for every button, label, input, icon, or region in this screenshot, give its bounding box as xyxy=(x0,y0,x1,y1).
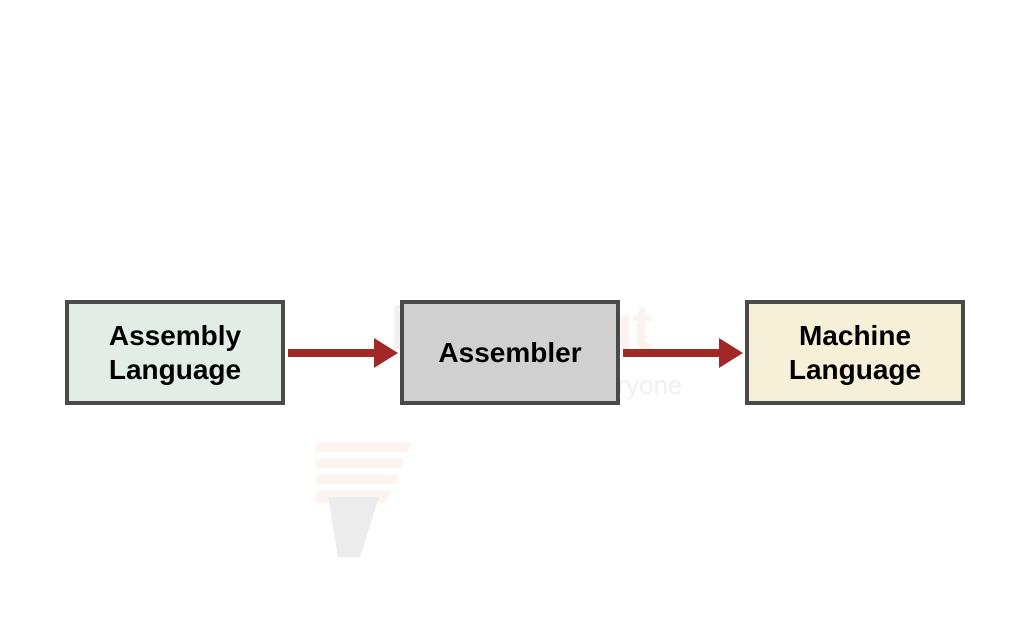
arrow-1 xyxy=(288,338,398,368)
arrow-line-icon xyxy=(288,349,376,357)
arrow-head-icon xyxy=(719,338,743,368)
arrow-line-icon xyxy=(623,349,721,357)
assembler-flow-diagram: Assembly Language Assembler Machine Lang… xyxy=(0,0,1024,630)
box-label: Machine Language xyxy=(749,319,961,386)
box-label: Assembler xyxy=(438,336,581,370)
box-assembler: Assembler xyxy=(400,300,620,405)
box-assembly-language: Assembly Language xyxy=(65,300,285,405)
box-label: Assembly Language xyxy=(69,319,281,386)
arrow-head-icon xyxy=(374,338,398,368)
arrow-2 xyxy=(623,338,743,368)
box-machine-language: Machine Language xyxy=(745,300,965,405)
